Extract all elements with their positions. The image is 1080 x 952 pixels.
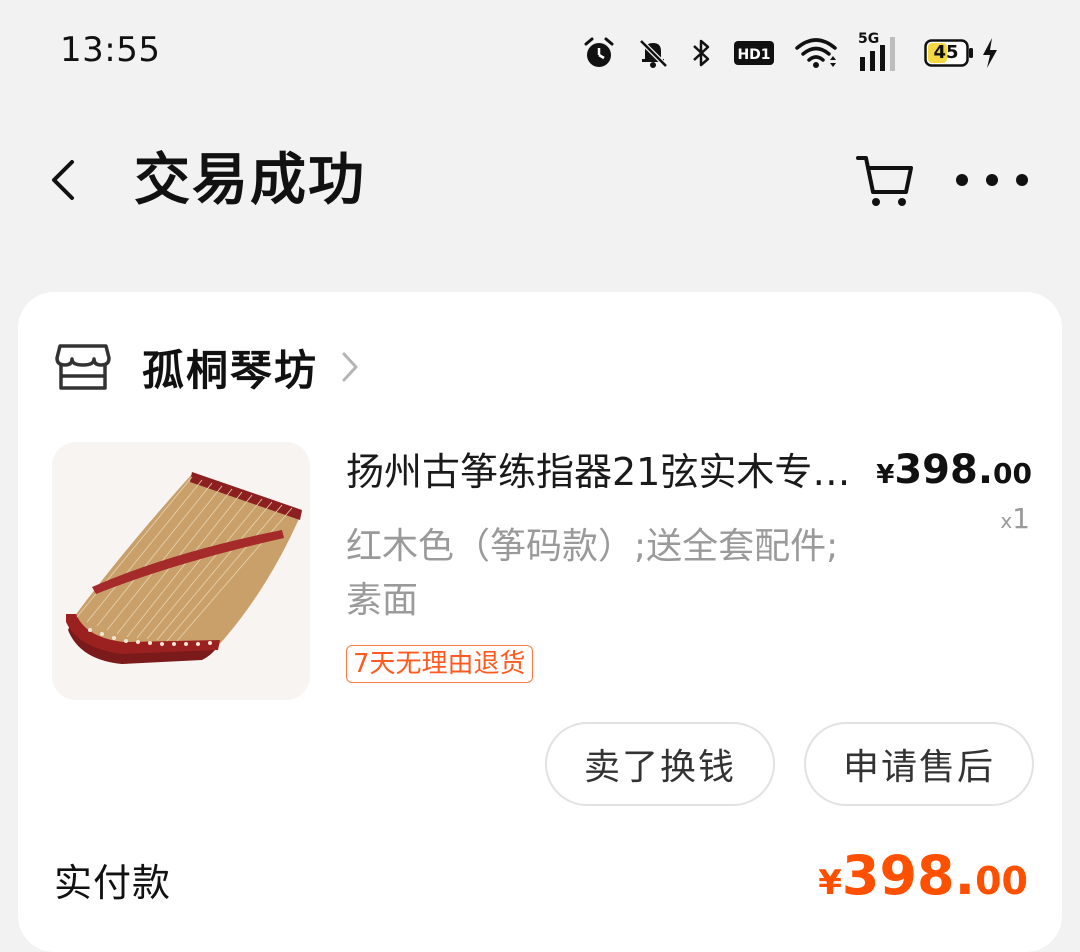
signal-icon: 5G <box>858 31 904 73</box>
back-icon <box>52 160 74 200</box>
wifi-icon <box>794 36 838 70</box>
sell-button[interactable]: 卖了换钱 <box>545 722 775 806</box>
bluetooth-icon <box>690 36 714 70</box>
price-decimal: 00 <box>993 457 1032 490</box>
more-button[interactable] <box>956 160 1028 200</box>
price-integer: 398. <box>894 447 994 493</box>
chevron-right-icon <box>342 352 358 382</box>
after-sale-button[interactable]: 申请售后 <box>804 722 1034 806</box>
alarm-icon <box>582 36 616 70</box>
mute-icon <box>636 36 670 70</box>
hd-icon: HD1 <box>734 39 774 67</box>
status-icons: HD1 5G 45 <box>582 28 1000 78</box>
paid-amount: ¥398.00 <box>818 844 1028 907</box>
battery-level: 45 <box>933 42 959 63</box>
paid-integer: 398. <box>841 844 976 907</box>
product-image[interactable] <box>52 442 310 700</box>
more-icon-dot <box>1016 174 1028 186</box>
guzheng-image <box>52 442 310 700</box>
battery-icon: 45 <box>924 39 974 67</box>
product-title[interactable]: 扬州古筝练指器21弦实木专业初学者便携式 <box>346 446 866 498</box>
hd-label: HD1 <box>737 47 770 63</box>
status-time: 13:55 <box>60 30 161 70</box>
cart-button[interactable] <box>852 148 918 214</box>
quantity-prefix: x <box>1000 509 1013 533</box>
paid-label: 实付款 <box>54 861 172 905</box>
product-spec: 红木色（筝码款）;送全套配件;素面 <box>346 526 839 621</box>
back-button[interactable] <box>38 150 88 210</box>
charging-icon <box>980 36 1000 70</box>
product-quantity: x1 <box>1000 502 1030 535</box>
cart-icon <box>856 156 913 206</box>
more-icon <box>956 174 968 186</box>
shop-icon <box>55 344 111 390</box>
more-icon-dot <box>986 174 998 186</box>
status-bar: 13:55 HD1 5G 45 <box>0 0 1080 105</box>
paid-decimal: 00 <box>975 859 1028 903</box>
nav-bar: 交易成功 <box>0 120 1080 240</box>
quantity-value: 1 <box>1012 502 1030 535</box>
paid-symbol: ¥ <box>818 863 842 903</box>
order-card: 孤桐琴坊 扬州古筝练指器21弦实木专业 红木色（筝码款）;送全套配件;素面 7天… <box>18 292 1062 952</box>
price-symbol: ¥ <box>876 460 895 490</box>
page-title: 交易成功 <box>134 148 366 213</box>
shop-link[interactable]: 孤桐琴坊 <box>54 332 360 402</box>
return-policy-badge: 7天无理由退货 <box>346 645 533 683</box>
shop-name: 孤桐琴坊 <box>142 345 319 395</box>
product-price: ¥398.00 <box>876 447 1032 493</box>
